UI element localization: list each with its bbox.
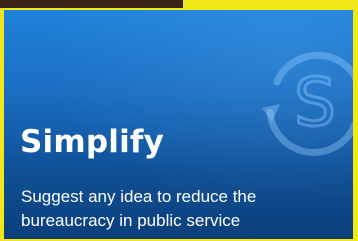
circular-arrows-s-icon: S bbox=[262, 51, 353, 156]
card-description-line-1: Suggest any idea to reduce the bbox=[21, 187, 257, 206]
card-title: Simplify bbox=[20, 124, 164, 160]
page: S Simplify Suggest any idea to reduce th… bbox=[0, 0, 358, 241]
card-description-line-2: bureaucracy in public service bbox=[21, 211, 241, 230]
simplify-card[interactable]: S Simplify Suggest any idea to reduce th… bbox=[4, 10, 353, 239]
logo-letter: S bbox=[294, 64, 336, 141]
card-description: Suggest any idea to reduce the bureaucra… bbox=[21, 185, 341, 233]
top-strip bbox=[0, 0, 183, 8]
